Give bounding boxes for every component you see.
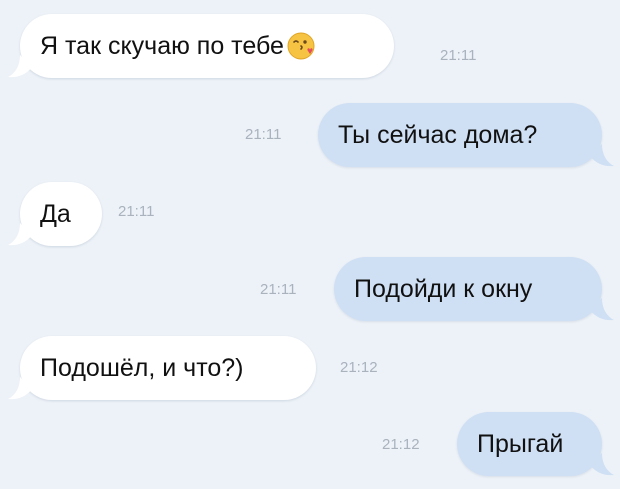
message-time: 21:11 bbox=[245, 126, 282, 143]
message-text: Подошёл, и что?) bbox=[40, 353, 244, 382]
incoming-bubble-tail bbox=[8, 55, 32, 78]
message-time: 21:11 bbox=[118, 203, 155, 220]
message-time: 21:11 bbox=[260, 281, 297, 298]
incoming-message-bubble[interactable]: Подошёл, и что?) bbox=[8, 336, 316, 400]
outgoing-message-bubble[interactable]: Подойди к окну bbox=[334, 257, 614, 321]
message-time: 21:12 bbox=[382, 436, 420, 453]
message-text: Да bbox=[40, 199, 71, 228]
incoming-bubble-tail bbox=[8, 223, 32, 246]
outgoing-message-bubble[interactable]: Прыгай bbox=[457, 412, 614, 476]
kissing-face-with-heart-icon bbox=[286, 31, 316, 61]
outgoing-bubble-tail bbox=[590, 453, 614, 476]
message-text: Подойди к окну bbox=[354, 274, 533, 303]
message-time: 21:11 bbox=[440, 47, 477, 64]
incoming-message-bubble[interactable]: Я так скучаю по тебе bbox=[8, 14, 394, 78]
incoming-message-bubble[interactable]: Да bbox=[8, 182, 102, 246]
outgoing-message-bubble[interactable]: Ты сейчас дома? bbox=[318, 103, 614, 167]
message-text: Ты сейчас дома? bbox=[338, 120, 538, 149]
message-text: Я так скучаю по тебе bbox=[40, 31, 284, 60]
message-time: 21:12 bbox=[340, 359, 378, 376]
chat-thread: Я так скучаю по тебе 21:11 Ты сейчас дом… bbox=[0, 0, 620, 489]
message-text: Прыгай bbox=[477, 429, 564, 458]
outgoing-bubble-tail bbox=[590, 298, 614, 321]
outgoing-bubble-tail bbox=[590, 144, 614, 167]
incoming-bubble-tail bbox=[8, 377, 32, 400]
